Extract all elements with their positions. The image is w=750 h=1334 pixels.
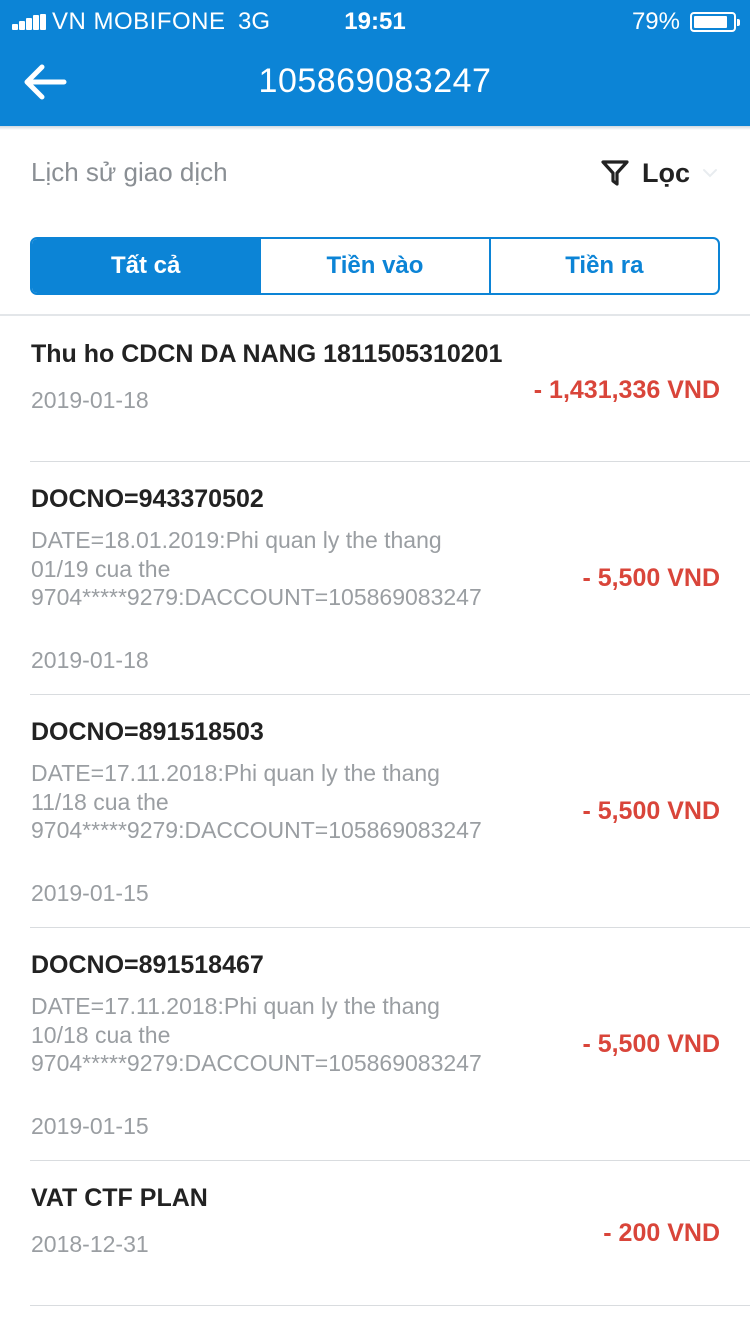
- transaction-date: 2018-12-31: [31, 1231, 149, 1257]
- transaction-description: DATE=18.01.2019:Phi quan ly the thang 01…: [31, 527, 482, 610]
- row-divider: [30, 1305, 750, 1306]
- transaction-amount: - 5,500 VND: [582, 564, 720, 592]
- funnel-icon: [601, 160, 629, 186]
- transaction-row[interactable]: Thu ho CDCN DA NANG 1811505310201 2019-0…: [30, 316, 750, 462]
- tab-money-out[interactable]: Tiền ra: [488, 239, 718, 293]
- transaction-amount: - 1,431,336 VND: [533, 376, 720, 404]
- header-shadow: [0, 126, 750, 130]
- account-number-title: 105869083247: [258, 62, 492, 100]
- top-bar: VN MOBIFONE 3G 19:51 79% 105869083247: [0, 0, 750, 126]
- filter-label: Lọc: [641, 157, 690, 188]
- transaction-title: DOCNO=891518503: [31, 718, 264, 746]
- transaction-date: 2019-01-15: [31, 1113, 149, 1139]
- filter-button[interactable]: Lọc: [600, 155, 720, 191]
- transaction-type-tabs: Tất cả Tiền vào Tiền ra: [30, 237, 720, 295]
- transaction-date: 2019-01-18: [31, 387, 149, 413]
- transaction-row[interactable]: DOCNO=943370502 DATE=18.01.2019:Phi quan…: [30, 462, 750, 695]
- transaction-date: 2019-01-15: [31, 880, 149, 906]
- transaction-amount: - 5,500 VND: [582, 797, 720, 825]
- transaction-title: DOCNO=943370502: [31, 485, 264, 513]
- transaction-description: DATE=17.11.2018:Phi quan ly the thang 11…: [31, 760, 482, 843]
- tab-all[interactable]: Tất cả: [32, 239, 260, 293]
- transaction-row[interactable]: DOCNO=891518503 DATE=17.11.2018:Phi quan…: [30, 695, 750, 928]
- transaction-row[interactable]: DOCNO=891518467 DATE=17.11.2018:Phi quan…: [30, 928, 750, 1161]
- battery-percent: 79%: [631, 8, 680, 35]
- transaction-description: DATE=17.11.2018:Phi quan ly the thang 10…: [31, 993, 482, 1076]
- transaction-amount: - 200 VND: [603, 1219, 720, 1247]
- transaction-title: VAT CTF PLAN: [31, 1184, 208, 1212]
- chevron-down-icon: [703, 169, 717, 178]
- status-bar: VN MOBIFONE 3G 19:51 79%: [0, 0, 750, 44]
- transaction-date: 2019-01-18: [31, 647, 149, 673]
- battery-icon: [690, 12, 740, 32]
- tab-money-in[interactable]: Tiền vào: [259, 239, 488, 293]
- transaction-title: Thu ho CDCN DA NANG 1811505310201: [31, 340, 503, 368]
- history-title: Lịch sử giao dịch: [31, 157, 228, 187]
- transaction-row[interactable]: VAT CTF PLAN 2018-12-31 - 200 VND: [30, 1161, 750, 1306]
- transaction-title: DOCNO=891518467: [31, 951, 264, 979]
- transaction-amount: - 5,500 VND: [582, 1030, 720, 1058]
